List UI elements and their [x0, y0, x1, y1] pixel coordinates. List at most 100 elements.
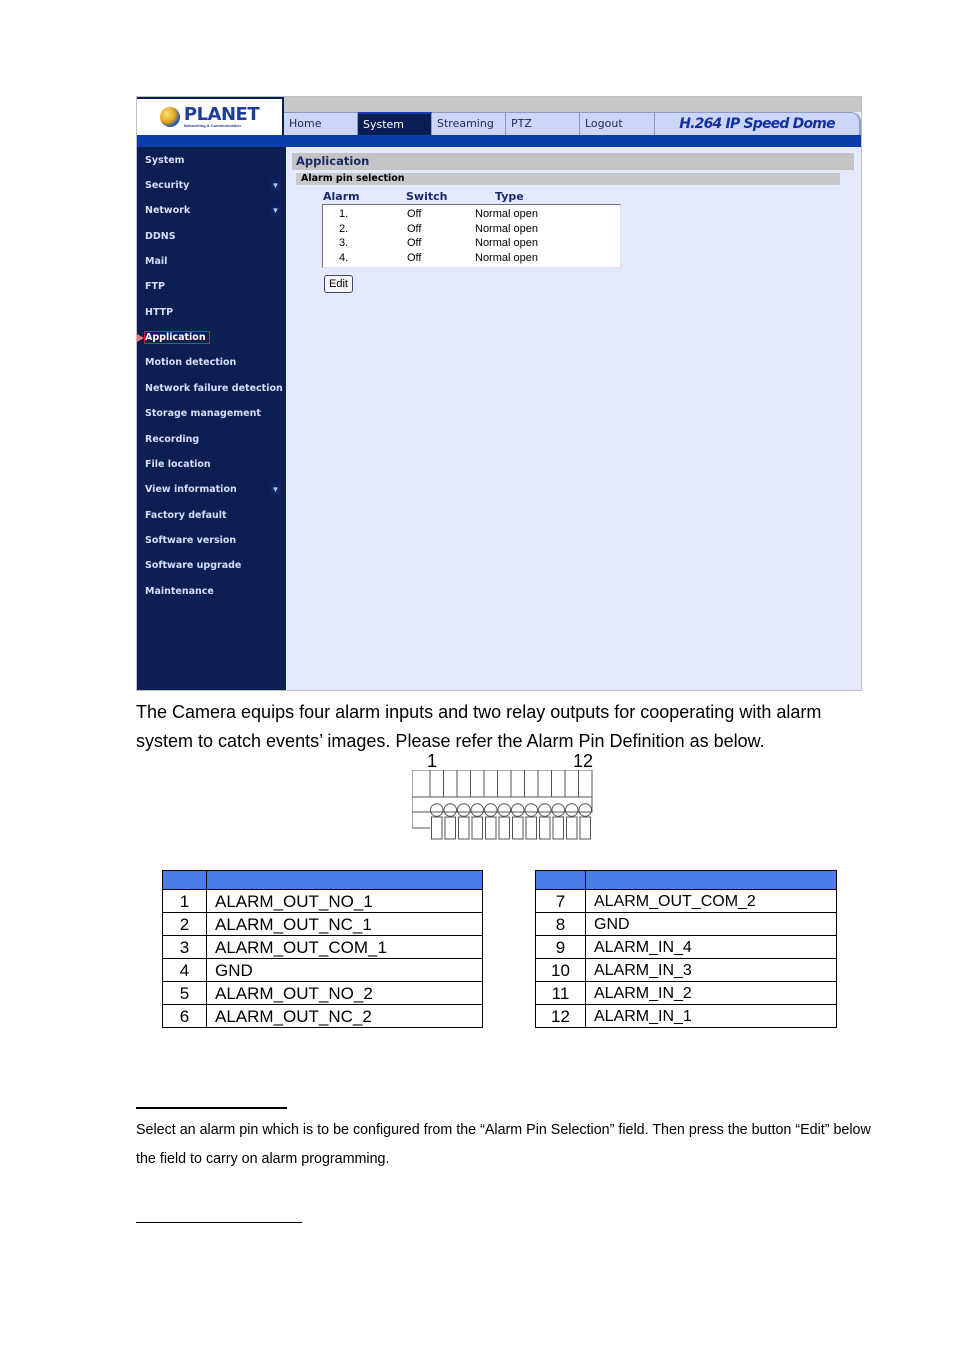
pin-row: 4 GND — [162, 958, 483, 982]
alarm-row[interactable]: 3. Off Normal open — [323, 236, 620, 251]
header-cell — [535, 870, 586, 890]
pin-row: 5 ALARM_OUT_NO_2 — [162, 981, 483, 1005]
sidebar-item-factory-default[interactable]: Factory default — [145, 510, 227, 521]
intro-paragraph: The Camera equips four alarm inputs and … — [136, 702, 822, 751]
alarm-row[interactable]: 1. Off Normal open — [323, 207, 620, 222]
alarm-type: Normal open — [475, 251, 538, 264]
sidebar-item-software-upgrade[interactable]: Software upgrade — [145, 560, 241, 571]
chevron-down-icon[interactable]: ▼ — [270, 484, 281, 495]
terminal-pin — [566, 816, 578, 840]
pin-number: 12 — [535, 1004, 586, 1028]
sidebar-item-software-version[interactable]: Software version — [145, 535, 236, 546]
logo-tagline: Networking & Communication — [183, 123, 241, 128]
alarm-number: 2. — [339, 222, 349, 235]
tab-streaming[interactable]: Streaming — [432, 112, 506, 135]
pin-row: 6 ALARM_OUT_NC_2 — [162, 1004, 483, 1028]
alarm-connector-diagram — [412, 770, 593, 840]
logo-name: PLANET — [183, 104, 260, 125]
connector-last-pin-label: 12 — [573, 751, 594, 771]
sidebar-item-application[interactable]: Application — [144, 331, 210, 344]
sidebar-item-ftp[interactable]: FTP — [145, 281, 165, 292]
subsection-title: Alarm pin selection — [296, 173, 840, 185]
alarm-number: 3. — [339, 237, 349, 249]
chevron-down-icon[interactable]: ▼ — [270, 205, 281, 216]
terminal-pin — [458, 816, 470, 840]
pin-number: 6 — [162, 1004, 207, 1028]
edit-button[interactable]: Edit — [324, 275, 353, 293]
sidebar-item-recording[interactable]: Recording — [145, 434, 199, 445]
sidebar-item-network[interactable]: Network — [145, 205, 190, 216]
sidebar-item-file-location[interactable]: File location — [145, 459, 211, 470]
alarm-row[interactable]: 2. Off Normal open — [323, 222, 620, 237]
column-header-switch: Switch — [406, 190, 448, 203]
tab-ptz[interactable]: PTZ — [506, 112, 580, 135]
tab-system[interactable]: System — [358, 112, 432, 135]
sidebar-item-storage-management[interactable]: Storage management — [145, 408, 261, 419]
terminal-pin — [471, 816, 483, 840]
terminal-pin — [552, 816, 564, 840]
alarm-number: 1. — [339, 208, 349, 220]
pin-name: ALARM_IN_2 — [585, 981, 837, 1005]
planet-logo: PLANET Networking & Communication — [137, 97, 284, 135]
pin-number: 1 — [162, 889, 207, 913]
column-header-alarm: Alarm — [323, 190, 360, 203]
pin-name: ALARM_IN_4 — [585, 935, 837, 959]
sidebar-item-security[interactable]: Security — [145, 180, 189, 191]
alarm-switch: Off — [407, 237, 422, 249]
pin-name: ALARM_OUT_NO_2 — [206, 981, 483, 1005]
selection-pointer-icon — [137, 334, 144, 342]
sidebar-item-mail[interactable]: Mail — [145, 256, 167, 267]
pin-table-header — [162, 870, 483, 890]
content-panel: Application Alarm pin selection Alarm Sw… — [286, 147, 861, 690]
alarm-switch: Off — [407, 251, 422, 264]
pin-name: GND — [206, 958, 483, 982]
pin-number: 10 — [535, 958, 586, 982]
terminal-screw — [457, 803, 471, 817]
terminal-screw — [578, 803, 592, 817]
terminal-pin — [485, 816, 497, 840]
sidebar-item-maintenance[interactable]: Maintenance — [145, 586, 214, 597]
terminal-pin — [579, 816, 591, 840]
terminal-screw — [497, 803, 511, 817]
pin-number: 4 — [162, 958, 207, 982]
alarm-pin-list[interactable]: 1. Off Normal open 2. Off Normal open 3.… — [322, 204, 621, 268]
terminal-screw — [524, 803, 538, 817]
header-cell — [162, 870, 207, 890]
header-cell — [206, 870, 483, 890]
pin-number: 11 — [535, 981, 586, 1005]
pin-name: ALARM_IN_1 — [585, 1004, 837, 1028]
pin-number: 2 — [162, 912, 207, 936]
tab-home[interactable]: Home — [284, 112, 358, 135]
sidebar-item-http[interactable]: HTTP — [145, 307, 173, 318]
chevron-down-icon[interactable]: ▼ — [270, 180, 281, 191]
pin-row: 10 ALARM_IN_3 — [535, 958, 837, 982]
sidebar-item-ddns[interactable]: DDNS — [145, 231, 176, 242]
header-cell — [585, 870, 837, 890]
alarm-type: Normal open — [475, 222, 538, 235]
pin-row: 12 ALARM_IN_1 — [535, 1004, 837, 1028]
footnote-separator — [136, 1107, 287, 1109]
sidebar-item-motion-detection[interactable]: Motion detection — [145, 357, 236, 368]
terminal-screw — [484, 803, 498, 817]
pin-table-right: 7 ALARM_OUT_COM_2 8 GND 9 ALARM_IN_4 10 ALARM_I… — [535, 870, 837, 1028]
pin-name: GND — [585, 912, 837, 936]
tab-logout[interactable]: Logout — [580, 112, 655, 135]
terminal-screw — [430, 803, 444, 817]
terminal-screw — [511, 803, 525, 817]
sidebar-item-network-failure-detection[interactable]: Network failure detection — [145, 383, 283, 394]
terminal-pin — [512, 816, 524, 840]
sidebar-item-view-information[interactable]: View information — [145, 484, 237, 495]
terminal-pin — [525, 816, 537, 840]
pin-name: ALARM_OUT_COM_1 — [206, 935, 483, 959]
pin-row: 11 ALARM_IN_2 — [535, 981, 837, 1005]
terminal-pin — [431, 816, 443, 840]
header-accent-bar — [137, 135, 861, 147]
sidebar-item-system[interactable]: System — [145, 155, 185, 166]
pin-number: 7 — [535, 889, 586, 913]
alarm-number: 4. — [339, 251, 349, 264]
pin-row: 1 ALARM_OUT_NO_1 — [162, 889, 483, 913]
pin-number: 5 — [162, 981, 207, 1005]
terminal-pin — [539, 816, 551, 840]
terminal-screw — [551, 803, 565, 817]
alarm-row[interactable]: 4. Off Normal open — [323, 251, 620, 266]
